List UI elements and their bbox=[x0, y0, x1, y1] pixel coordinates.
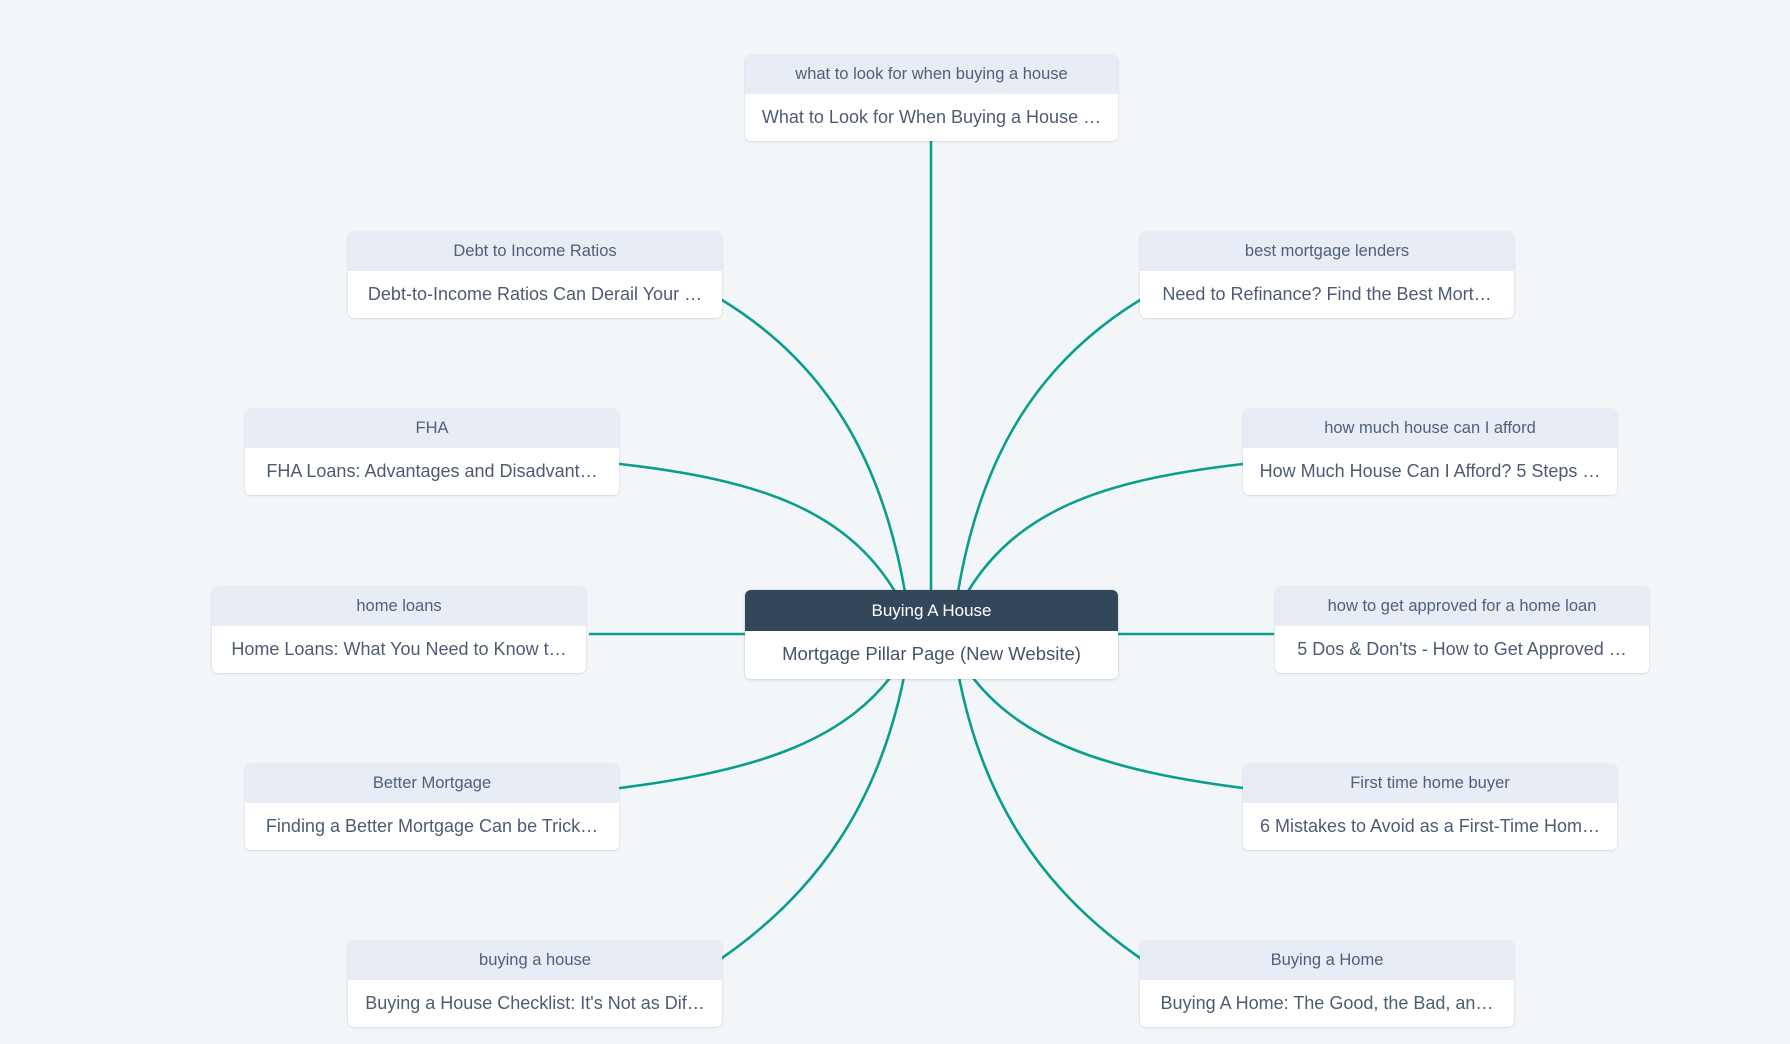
connector-layer bbox=[588, 126, 1275, 960]
cluster-node-how-much-house-can-i-afford[interactable]: how much house can I afford How Much Hou… bbox=[1243, 409, 1617, 495]
edge-to-fha bbox=[618, 462, 902, 602]
edge-to-buying-a-home bbox=[956, 670, 1142, 960]
pillar-node-keyword: Buying A House bbox=[745, 590, 1118, 631]
cluster-node-buying-a-house[interactable]: buying a house Buying a House Checklist:… bbox=[348, 941, 722, 1027]
pillar-node-title: Mortgage Pillar Page (New Website) bbox=[745, 631, 1118, 679]
cluster-node-what-to-look-for-when-buying-a-house[interactable]: what to look for when buying a house Wha… bbox=[745, 55, 1118, 141]
cluster-node-how-to-get-approved-for-a-home-loan[interactable]: how to get approved for a home loan 5 Do… bbox=[1275, 587, 1649, 673]
cluster-node-keyword: home loans bbox=[212, 587, 586, 626]
pillar-node-buying-a-house[interactable]: Buying A House Mortgage Pillar Page (New… bbox=[745, 590, 1118, 679]
cluster-node-keyword: best mortgage lenders bbox=[1140, 232, 1514, 271]
cluster-node-title: Buying a House Checklist: It's Not as Di… bbox=[348, 979, 722, 1027]
cluster-node-title: Debt-to-Income Ratios Can Derail Your … bbox=[348, 270, 722, 318]
edge-to-debt-to-income-ratios bbox=[720, 298, 907, 594]
cluster-node-title: Home Loans: What You Need to Know t… bbox=[212, 625, 586, 673]
cluster-node-home-loans[interactable]: home loans Home Loans: What You Need to … bbox=[212, 587, 586, 673]
edge-to-first-time-home-buyer bbox=[961, 662, 1245, 790]
cluster-node-keyword: First time home buyer bbox=[1243, 764, 1617, 803]
cluster-node-keyword: Debt to Income Ratios bbox=[348, 232, 722, 271]
cluster-node-title: How Much House Can I Afford? 5 Steps … bbox=[1243, 447, 1617, 495]
edge-to-buying-a-house bbox=[720, 670, 907, 960]
cluster-node-keyword: buying a house bbox=[348, 941, 722, 980]
cluster-node-keyword: FHA bbox=[245, 409, 619, 448]
edge-to-best-mortgage-lenders bbox=[956, 298, 1142, 594]
cluster-node-title: FHA Loans: Advantages and Disadvant… bbox=[245, 447, 619, 495]
cluster-node-title: 5 Dos & Don'ts - How to Get Approved … bbox=[1275, 625, 1649, 673]
cluster-node-title: Finding a Better Mortgage Can be Trick… bbox=[245, 802, 619, 850]
cluster-node-title: Need to Refinance? Find the Best Mort… bbox=[1140, 270, 1514, 318]
edge-to-better-mortgage bbox=[618, 662, 902, 790]
cluster-node-keyword: Buying a Home bbox=[1140, 941, 1514, 980]
cluster-node-buying-a-home[interactable]: Buying a Home Buying A Home: The Good, t… bbox=[1140, 941, 1514, 1027]
cluster-node-title: Buying A Home: The Good, the Bad, an… bbox=[1140, 979, 1514, 1027]
cluster-node-first-time-home-buyer[interactable]: First time home buyer 6 Mistakes to Avoi… bbox=[1243, 764, 1617, 850]
cluster-node-fha[interactable]: FHA FHA Loans: Advantages and Disadvant… bbox=[245, 409, 619, 495]
cluster-node-title: 6 Mistakes to Avoid as a First-Time Hom… bbox=[1243, 802, 1617, 850]
cluster-node-keyword: Better Mortgage bbox=[245, 764, 619, 803]
edge-to-how-much-house-can-i-afford bbox=[961, 462, 1245, 602]
cluster-node-better-mortgage[interactable]: Better Mortgage Finding a Better Mortgag… bbox=[245, 764, 619, 850]
cluster-node-debt-to-income-ratios[interactable]: Debt to Income Ratios Debt-to-Income Rat… bbox=[348, 232, 722, 318]
cluster-node-keyword: what to look for when buying a house bbox=[745, 55, 1118, 94]
cluster-node-best-mortgage-lenders[interactable]: best mortgage lenders Need to Refinance?… bbox=[1140, 232, 1514, 318]
cluster-node-keyword: how much house can I afford bbox=[1243, 409, 1617, 448]
cluster-node-title: What to Look for When Buying a House … bbox=[745, 93, 1118, 141]
cluster-node-keyword: how to get approved for a home loan bbox=[1275, 587, 1649, 626]
topic-cluster-canvas: Buying A House Mortgage Pillar Page (New… bbox=[0, 0, 1790, 1044]
